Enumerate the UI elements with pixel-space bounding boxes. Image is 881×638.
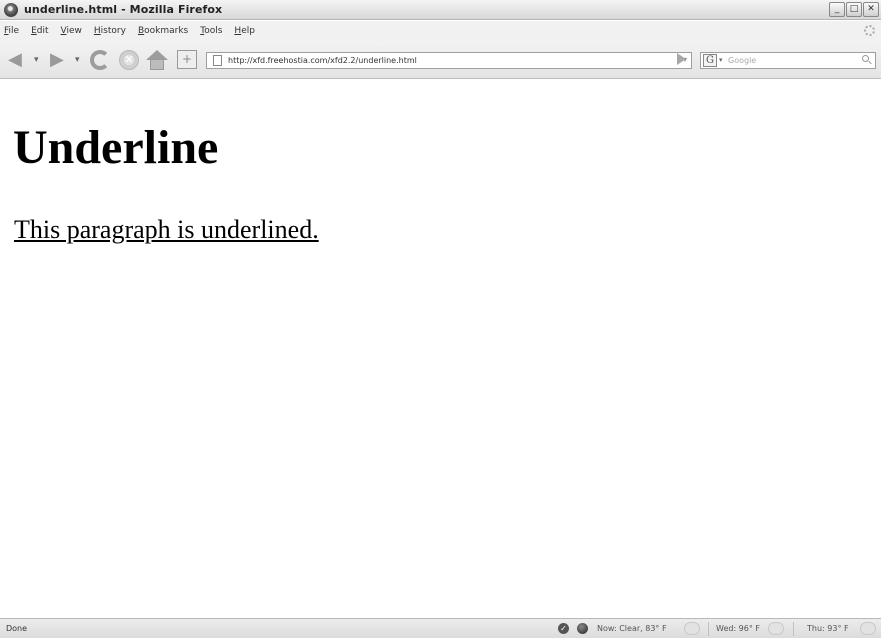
- checkmark-icon[interactable]: ✓: [558, 623, 569, 634]
- back-dropdown-icon[interactable]: ▾: [34, 55, 39, 65]
- weather-now[interactable]: Now: Clear, 83° F: [597, 624, 667, 633]
- weather-clear-icon: [684, 622, 700, 635]
- menu-bar: File Edit View History Bookmarks Tools H…: [0, 21, 881, 41]
- weather-thu[interactable]: Thu: 93° F: [807, 624, 849, 633]
- menu-tools-rest: ools: [204, 26, 223, 36]
- engine-dropdown-icon[interactable]: ▾: [719, 56, 723, 64]
- status-bar: Done ✓ Now: Clear, 83° F Wed: 96° F Thu:…: [0, 618, 881, 638]
- page-icon: [213, 55, 222, 66]
- new-tab-icon[interactable]: +: [177, 50, 197, 69]
- underlined-paragraph: This paragraph is underlined.: [14, 215, 319, 244]
- forward-dropdown-icon[interactable]: ▾: [75, 55, 80, 65]
- menu-view-rest: iew: [66, 26, 82, 36]
- window-title: underline.html - Mozilla Firefox: [24, 3, 223, 16]
- firefox-icon: [4, 2, 18, 17]
- menu-help-rest: elp: [241, 26, 255, 36]
- menu-tools[interactable]: Tools: [200, 26, 222, 36]
- reload-icon[interactable]: [90, 50, 110, 70]
- search-icon[interactable]: [862, 55, 872, 65]
- page-heading: Underline: [13, 121, 219, 174]
- menu-view[interactable]: View: [61, 26, 82, 36]
- menu-help[interactable]: Help: [234, 26, 255, 36]
- menu-history[interactable]: History: [94, 26, 126, 36]
- menu-file[interactable]: File: [4, 26, 19, 36]
- forward-icon[interactable]: ▶: [50, 51, 64, 69]
- home-body: [150, 59, 164, 70]
- weather-partly-cloudy-icon: [768, 622, 784, 635]
- globe-icon[interactable]: [577, 623, 588, 634]
- weather-wed[interactable]: Wed: 96° F: [716, 624, 760, 633]
- menu-file-rest: ile: [8, 26, 20, 36]
- close-button[interactable]: ✕: [863, 2, 879, 17]
- back-icon[interactable]: ◀: [8, 51, 22, 69]
- menu-edit[interactable]: Edit: [31, 26, 48, 36]
- menu-history-rest: istory: [100, 26, 126, 36]
- menu-history-key: H: [93, 26, 101, 36]
- maximize-button[interactable]: □: [846, 2, 862, 17]
- search-engine-icon[interactable]: G: [703, 54, 717, 67]
- url-bar[interactable]: http://xfd.freehostia.com/xfd2.2/underli…: [206, 52, 692, 69]
- menu-bookmarks[interactable]: Bookmarks: [138, 26, 188, 36]
- url-text[interactable]: http://xfd.freehostia.com/xfd2.2/underli…: [228, 56, 417, 65]
- stop-icon[interactable]: ✕: [119, 50, 139, 70]
- go-icon[interactable]: [677, 53, 686, 65]
- home-icon[interactable]: [146, 50, 168, 70]
- menu-edit-rest: dit: [36, 26, 49, 36]
- weather-cloudy-icon: [860, 622, 876, 635]
- search-handle: [868, 60, 872, 65]
- status-text: Done: [6, 624, 28, 633]
- search-input[interactable]: [728, 53, 848, 68]
- title-bar: underline.html - Mozilla Firefox _ □ ✕: [0, 0, 881, 20]
- minimize-button[interactable]: _: [829, 2, 845, 17]
- status-separator: [708, 622, 709, 636]
- menu-bookmarks-rest: ookmarks: [144, 26, 189, 36]
- status-separator: [793, 622, 794, 636]
- search-bar[interactable]: G ▾: [700, 52, 876, 69]
- navigation-toolbar: ◀ ▾ ▶ ▾ ✕ + http://xfd.freehostia.com/xf…: [0, 41, 881, 79]
- throbber-icon: [864, 25, 875, 36]
- window-controls: _ □ ✕: [829, 2, 879, 17]
- page-content: Underline This paragraph is underlined.: [0, 80, 881, 617]
